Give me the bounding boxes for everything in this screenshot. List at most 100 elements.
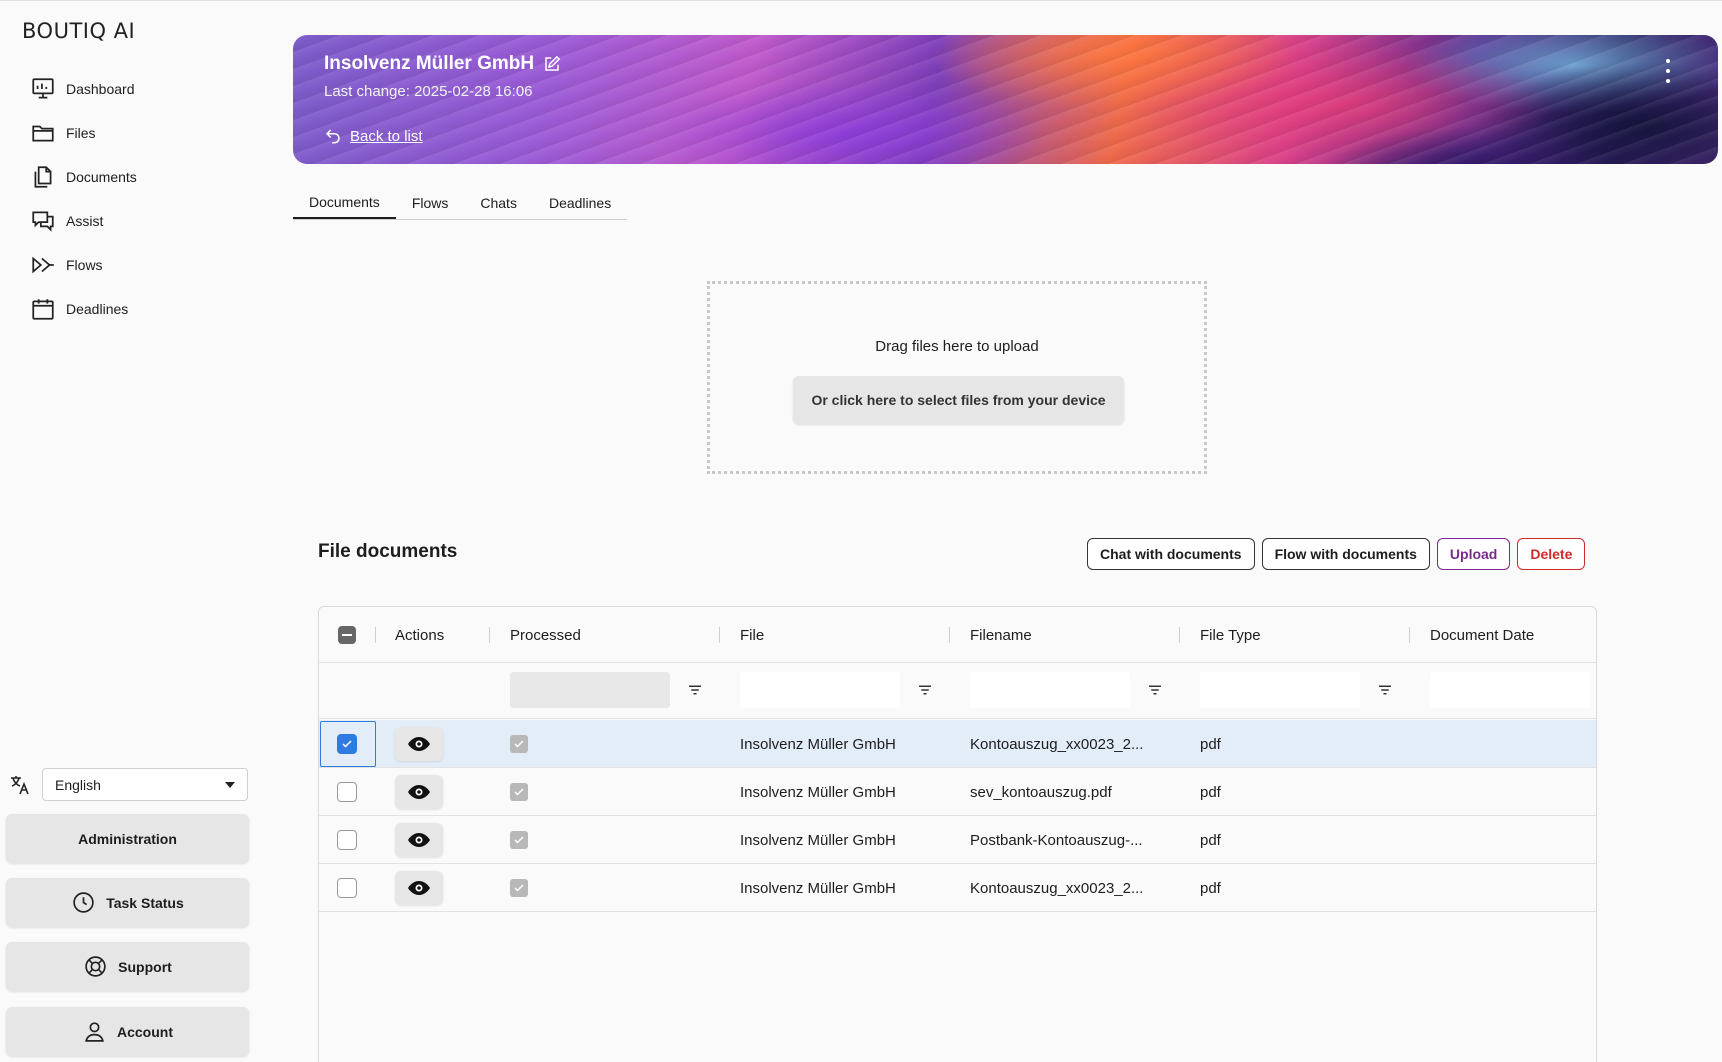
flow-with-documents-button[interactable]: Flow with documents (1261, 538, 1430, 570)
column-separator[interactable] (719, 627, 720, 643)
account-button[interactable]: Account (6, 1007, 249, 1056)
support-label: Support (118, 958, 172, 975)
table-row[interactable]: Insolvenz Müller GmbH Kontoauszug_xx0023… (319, 864, 1596, 912)
chat-with-documents-button[interactable]: Chat with documents (1087, 538, 1255, 570)
cell-filename: Postbank-Kontoauszug-... (970, 831, 1143, 849)
cell-filetype: pdf (1200, 735, 1221, 753)
column-separator[interactable] (1179, 627, 1180, 643)
upload-button[interactable]: Upload (1436, 538, 1511, 570)
row-checkbox[interactable] (337, 830, 357, 850)
select-files-button[interactable]: Or click here to select files from your … (793, 376, 1124, 424)
file-filter[interactable] (740, 672, 900, 708)
view-document-button[interactable] (395, 871, 443, 905)
sidebar-item-deadlines[interactable]: Deadlines (30, 287, 137, 331)
row-checkbox[interactable] (337, 782, 357, 802)
last-change: Last change: 2025-02-28 16:06 (324, 83, 533, 100)
documents-table: Actions Processed File Filename File Typ… (318, 606, 1597, 1062)
eye-icon (408, 737, 430, 751)
sidebar-item-flows[interactable]: Flows (30, 243, 137, 287)
processed-checkbox (510, 831, 528, 849)
table-header: Actions Processed File Filename File Typ… (319, 607, 1596, 663)
column-separator[interactable] (375, 627, 376, 643)
cell-filename: Kontoauszug_xx0023_2... (970, 879, 1144, 897)
table-row[interactable]: Insolvenz Müller GmbH Postbank-Kontoausz… (319, 816, 1596, 864)
support-button[interactable]: Support (6, 942, 249, 991)
eye-icon (408, 833, 430, 847)
view-document-button[interactable] (395, 823, 443, 857)
delete-button[interactable]: Delete (1517, 538, 1586, 570)
app-logo: BOUTIQ AI (22, 19, 136, 43)
administration-button[interactable]: Administration (6, 814, 249, 863)
flows-icon (32, 256, 54, 274)
eye-icon (408, 881, 430, 895)
cell-file: Insolvenz Müller GmbH (740, 831, 896, 849)
column-header-filename[interactable]: Filename (970, 607, 1032, 663)
table-row[interactable]: Insolvenz Müller GmbH Kontoauszug_xx0023… (319, 720, 1596, 768)
table-row[interactable]: Insolvenz Müller GmbH sev_kontoauszug.pd… (319, 768, 1596, 816)
filter-icon[interactable] (686, 681, 704, 699)
cell-filename: sev_kontoauszug.pdf (970, 783, 1112, 801)
view-document-button[interactable] (395, 727, 443, 761)
sidebar-item-label: Assist (66, 213, 104, 229)
back-arrow-icon (325, 129, 340, 144)
tab-documents[interactable]: Documents (293, 187, 396, 219)
cell-file: Insolvenz Müller GmbH (740, 879, 896, 897)
row-checkbox[interactable] (337, 878, 357, 898)
cell-filetype: pdf (1200, 879, 1221, 897)
edit-icon[interactable] (543, 55, 561, 73)
sidebar-item-label: Flows (66, 257, 103, 273)
processed-checkbox (510, 735, 528, 753)
tab-chats[interactable]: Chats (464, 187, 533, 219)
task-status-button[interactable]: Task Status (6, 878, 249, 927)
administration-label: Administration (78, 830, 177, 847)
sidebar-item-documents[interactable]: Documents (30, 155, 137, 199)
view-document-button[interactable] (395, 775, 443, 809)
sidebar-item-assist[interactable]: Assist (30, 199, 137, 243)
column-header-processed[interactable]: Processed (510, 607, 581, 663)
more-options-icon[interactable] (1663, 59, 1673, 83)
column-header-file[interactable]: File (740, 607, 764, 663)
sidebar-item-dashboard[interactable]: Dashboard (30, 67, 137, 111)
header-banner: Insolvenz Müller GmbH Last change: 2025-… (293, 35, 1718, 164)
case-title-text: Insolvenz Müller GmbH (324, 53, 535, 74)
user-icon (85, 1022, 104, 1042)
document-date-filter[interactable] (1430, 672, 1590, 708)
filter-icon[interactable] (1146, 681, 1164, 699)
back-to-list-link[interactable]: Back to list (324, 127, 423, 145)
column-header-filetype[interactable]: File Type (1200, 607, 1261, 663)
sidebar-item-files[interactable]: Files (30, 111, 137, 155)
processed-filter[interactable] (510, 672, 670, 708)
sidebar-item-label: Deadlines (66, 301, 129, 317)
filetype-filter[interactable] (1200, 672, 1360, 708)
row-checkbox[interactable] (337, 734, 357, 754)
tab-flows[interactable]: Flows (396, 187, 465, 219)
sidebar-item-label: Dashboard (66, 81, 135, 97)
filter-icon[interactable] (1376, 681, 1394, 699)
calendar-icon (32, 299, 54, 320)
case-title: Insolvenz Müller GmbH (324, 53, 561, 75)
task-status-label: Task Status (106, 894, 184, 911)
folder-icon (32, 125, 54, 142)
filename-filter[interactable] (970, 672, 1130, 708)
sidebar-nav: Dashboard Files Documents Assist Flows D… (30, 67, 137, 331)
cell-filetype: pdf (1200, 783, 1221, 801)
column-separator[interactable] (1409, 627, 1410, 643)
cell-file: Insolvenz Müller GmbH (740, 783, 896, 801)
language-select-value: English (55, 776, 101, 793)
language-row: English (6, 768, 248, 801)
tab-deadlines[interactable]: Deadlines (533, 187, 627, 219)
column-header-actions[interactable]: Actions (395, 607, 444, 663)
language-select[interactable]: English (42, 768, 248, 801)
caret-down-icon (225, 781, 235, 788)
lifebuoy-icon (85, 956, 106, 977)
sidebar: BOUTIQ AI Dashboard Files Documents Assi… (0, 1, 258, 1062)
column-separator[interactable] (489, 627, 490, 643)
upload-dropzone[interactable]: Drag files here to upload Or click here … (707, 281, 1207, 474)
cell-file: Insolvenz Müller GmbH (740, 735, 896, 753)
filter-icon[interactable] (916, 681, 934, 699)
column-header-document-date[interactable]: Document Date (1430, 607, 1534, 663)
dashboard-icon (32, 78, 54, 99)
select-all-checkbox[interactable] (338, 626, 356, 644)
filter-row (319, 663, 1596, 719)
column-separator[interactable] (949, 627, 950, 643)
